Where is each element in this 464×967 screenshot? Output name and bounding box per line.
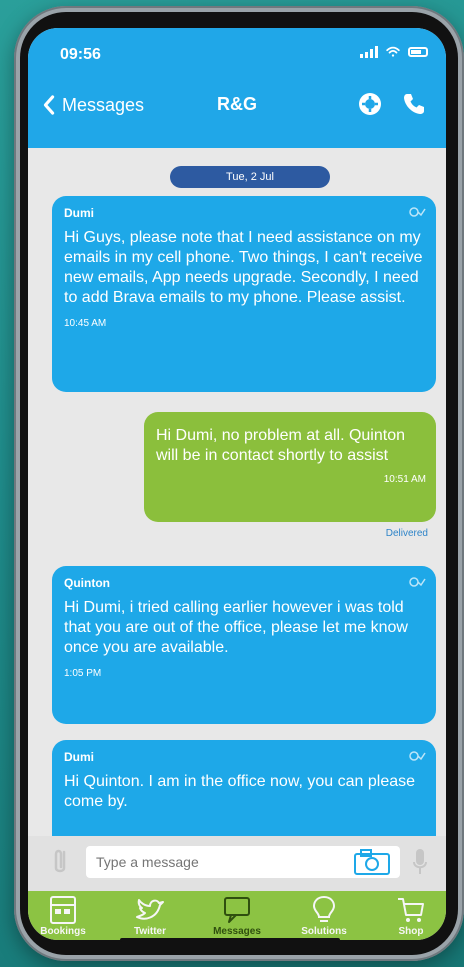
- attachment-icon[interactable]: [50, 846, 70, 876]
- tab-solutions[interactable]: Solutions: [289, 893, 359, 937]
- header-actions: [358, 92, 426, 116]
- home-indicator: [120, 938, 340, 942]
- settings-icon[interactable]: [358, 92, 382, 116]
- tab-label: Shop: [398, 926, 424, 937]
- delivery-status: Delivered: [385, 528, 428, 539]
- camera-icon[interactable]: [353, 848, 391, 876]
- solutions-icon: [312, 895, 336, 922]
- header-bar: 09:56 Messages R&G: [28, 28, 446, 148]
- tab-twitter[interactable]: Twitter: [115, 893, 185, 937]
- phone-icon[interactable]: [402, 92, 426, 116]
- message-sender: Dumi: [64, 750, 94, 764]
- bookings-icon: [50, 896, 76, 924]
- tab-label: Bookings: [40, 926, 86, 937]
- read-receipt-icon: [409, 577, 426, 587]
- status-time: 09:56: [60, 46, 101, 63]
- message-text: Hi Dumi, i tried calling earlier however…: [64, 599, 408, 656]
- tab-shop[interactable]: Shop: [376, 893, 446, 937]
- messages-icon: [224, 897, 250, 923]
- tab-label: Solutions: [301, 926, 347, 937]
- date-badge: Tue, 2 Jul: [170, 166, 330, 188]
- shop-icon: [398, 898, 424, 922]
- tab-bookings[interactable]: Bookings: [28, 893, 98, 937]
- status-icons: [360, 46, 428, 58]
- chat-area[interactable]: Tue, 2 Jul Dumi Hi Guys, please note tha…: [28, 136, 446, 836]
- read-receipt-icon: [409, 207, 426, 217]
- message-text: Hi Quinton. I am in the office now, you …: [64, 773, 416, 810]
- tab-label: Messages: [213, 926, 261, 937]
- read-receipt-icon: [409, 751, 426, 761]
- tab-messages[interactable]: Messages: [202, 893, 272, 937]
- microphone-icon[interactable]: [412, 847, 428, 877]
- signal-icon: [360, 46, 378, 58]
- message-time: 1:05 PM: [64, 668, 102, 679]
- message-sender: Dumi: [64, 206, 94, 220]
- message-composer: [28, 836, 446, 891]
- app-screen: 09:56 Messages R&G Tue, 2 Jul Dumi Hi Gu…: [28, 28, 446, 940]
- message-bubble-incoming[interactable]: Quinton Hi Dumi, i tried calling earlier…: [52, 566, 436, 724]
- wifi-icon: [386, 46, 400, 57]
- tab-label: Twitter: [133, 926, 167, 937]
- message-text: Hi Dumi, no problem at all. Quinton will…: [156, 427, 405, 464]
- message-bubble-incoming[interactable]: Dumi Hi Quinton. I am in the office now,…: [52, 740, 436, 836]
- message-bubble-outgoing[interactable]: Hi Dumi, no problem at all. Quinton will…: [144, 412, 436, 522]
- twitter-icon: [136, 899, 164, 920]
- message-time: 10:51 AM: [383, 474, 426, 485]
- battery-icon: [408, 47, 428, 57]
- message-sender: Quinton: [64, 576, 110, 590]
- navigation-bar: Messages R&G: [28, 90, 446, 126]
- message-time: 10:45 AM: [64, 318, 107, 329]
- bottom-tab-bar: Bookings Twitter Messages Solutions Shop: [28, 891, 446, 940]
- message-bubble-incoming[interactable]: Dumi Hi Guys, please note that I need as…: [52, 196, 436, 392]
- message-text: Hi Guys, please note that I need assista…: [64, 229, 423, 306]
